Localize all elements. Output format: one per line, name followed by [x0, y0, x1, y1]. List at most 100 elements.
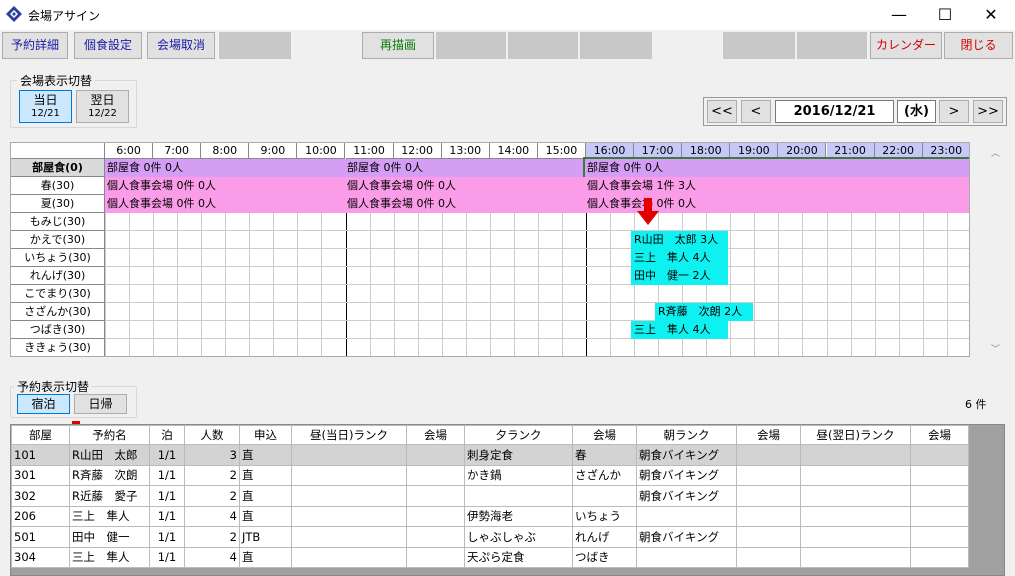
- table-cell: [910, 464, 969, 486]
- column-header[interactable]: 会場: [572, 425, 637, 445]
- first-button[interactable]: <<: [707, 100, 737, 123]
- column-header[interactable]: 会場: [736, 425, 801, 445]
- table-cell: [800, 526, 911, 548]
- venue-summary-band[interactable]: 個人食事会場 0件 0人: [345, 195, 585, 213]
- table-cell: 朝食バイキング: [636, 526, 737, 548]
- prev-button[interactable]: <: [741, 100, 771, 123]
- timeline-scrollbar[interactable]: ︿ ﹀: [987, 142, 1004, 357]
- column-header[interactable]: 昼(当日)ランク: [291, 425, 407, 445]
- table-row[interactable]: 302 R近藤 愛子 1/1 2 直 朝食バイキング: [11, 485, 969, 507]
- venue-summary-band[interactable]: 部屋食 0件 0人: [345, 159, 585, 177]
- column-header[interactable]: 予約名: [69, 425, 150, 445]
- booking-block[interactable]: R山田 太郎 3人: [631, 231, 728, 249]
- reservation-detail-button[interactable]: 予約詳細: [2, 32, 68, 59]
- table-row[interactable]: 206 三上 隼人 1/1 4 直 伊勢海老 いちょう: [11, 505, 969, 527]
- table-cell: 直: [239, 546, 292, 568]
- scroll-down-icon[interactable]: ﹀: [991, 342, 1000, 355]
- minimize-icon[interactable]: —: [876, 0, 922, 30]
- blank-button-4: [580, 32, 652, 59]
- venue-summary-band[interactable]: 個人食事会場 1件 3人: [585, 177, 969, 195]
- hour-header: 10:00: [297, 143, 346, 159]
- date-field[interactable]: 2016/12/21: [775, 100, 894, 123]
- next-day-toggle-button[interactable]: 翌日 12/22: [76, 90, 129, 123]
- private-dining-button[interactable]: 個食設定: [74, 32, 142, 59]
- booking-block[interactable]: 三上 隼人 4人: [631, 249, 728, 267]
- last-button[interactable]: >>: [973, 100, 1003, 123]
- table-cell: [736, 464, 801, 486]
- reservation-list[interactable]: 部屋 予約名泊人数 申込 昼(当日)ランク 会場 夕ランク 会場 朝ランク 会場 昼(翌日)ランク…: [10, 424, 1005, 576]
- day-trip-toggle-button[interactable]: 日帰: [74, 394, 127, 414]
- grid-line: [105, 302, 969, 303]
- table-cell: 206: [11, 505, 70, 527]
- venue-summary-band[interactable]: 個人食事会場 0件 0人: [105, 177, 345, 195]
- table-row[interactable]: 301 R斉藤 次朗 1/1 2 直 かき鍋 さざんか 朝食バイキング: [11, 464, 969, 486]
- table-cell: [406, 526, 465, 548]
- scroll-up-icon[interactable]: ︿: [991, 146, 1000, 159]
- venue-cancel-button[interactable]: 会場取消: [147, 32, 215, 59]
- table-row[interactable]: 304 三上 隼人 1/1 4 直 天ぷら定食 つばき: [11, 546, 969, 568]
- hour-header: 15:00: [537, 143, 586, 159]
- column-header[interactable]: 部屋: [11, 425, 70, 445]
- room-label: 春(30): [11, 177, 105, 195]
- table-row[interactable]: 501 田中 健一 1/1 2 JTB しゃぶしゃぶ れんげ 朝食バイキング: [11, 526, 969, 548]
- table-cell: [406, 505, 465, 527]
- table-cell: [572, 485, 637, 507]
- room-label: かえで(30): [11, 231, 105, 249]
- table-cell: [736, 485, 801, 507]
- venue-toggle-label: 会場表示切替: [17, 72, 96, 89]
- booking-block[interactable]: R斉藤 次朗 2人: [655, 303, 753, 321]
- venue-summary-band[interactable]: 個人食事会場 0件 0人: [345, 177, 585, 195]
- table-cell: [910, 546, 969, 568]
- table-cell: R近藤 愛子: [69, 485, 150, 507]
- column-header[interactable]: 会場: [406, 425, 465, 445]
- table-cell: [910, 505, 969, 527]
- table-cell: 301: [11, 464, 70, 486]
- column-header[interactable]: 昼(翌日)ランク: [800, 425, 911, 445]
- venue-summary-band[interactable]: 部屋食 0件 0人: [105, 159, 345, 177]
- booking-block[interactable]: 田中 健一 2人: [631, 267, 728, 285]
- record-count: 6 件: [965, 398, 987, 411]
- table-cell: れんげ: [572, 526, 637, 548]
- close-button[interactable]: 閉じる: [944, 32, 1013, 59]
- venue-summary-band[interactable]: 個人食事会場 0件 0人: [105, 195, 345, 213]
- table-cell: 直: [239, 505, 292, 527]
- stay-toggle-button[interactable]: 宿泊: [17, 394, 70, 414]
- hour-header: 19:00: [730, 143, 779, 159]
- grid-line: [105, 230, 969, 231]
- column-header[interactable]: 夕ランク: [464, 425, 573, 445]
- table-cell: 1/1: [149, 464, 185, 486]
- hour-header: 7:00: [153, 143, 202, 159]
- venue-summary-band[interactable]: 部屋食 0件 0人: [583, 157, 969, 179]
- today-label: 当日: [33, 93, 58, 107]
- column-header[interactable]: 会場: [910, 425, 969, 445]
- room-label: さざんか(30): [11, 303, 105, 321]
- column-header[interactable]: 朝ランク: [636, 425, 737, 445]
- redraw-button[interactable]: 再描画: [362, 32, 434, 59]
- window-title: 会場アサイン: [28, 9, 101, 23]
- table-cell: 直: [239, 464, 292, 486]
- grid-line: [105, 248, 969, 249]
- arrow-down-icon: [637, 198, 659, 225]
- reservation-table: 部屋 予約名泊人数 申込 昼(当日)ランク 会場 夕ランク 会場 朝ランク 会場 昼(翌日)ランク…: [11, 425, 969, 568]
- booking-block[interactable]: 三上 隼人 4人: [631, 321, 728, 339]
- close-icon[interactable]: ✕: [968, 0, 1014, 30]
- table-cell: しゃぶしゃぶ: [464, 526, 573, 548]
- table-cell: 1/1: [149, 444, 185, 466]
- calendar-button[interactable]: カレンダー: [870, 32, 942, 59]
- next-button[interactable]: >: [939, 100, 969, 123]
- table-cell: [800, 464, 911, 486]
- table-cell: 2: [184, 526, 240, 548]
- table-row[interactable]: 101 R山田 太郎 1/1 3 直 刺身定食春朝食バイキング: [11, 444, 969, 466]
- column-header[interactable]: 人数: [184, 425, 240, 445]
- table-cell: [800, 505, 911, 527]
- table-cell: [291, 485, 407, 507]
- column-header[interactable]: 泊: [149, 425, 185, 445]
- hour-header: 17:00: [634, 143, 683, 159]
- today-toggle-button[interactable]: 当日 12/21: [19, 90, 72, 123]
- maximize-icon[interactable]: ☐: [922, 0, 968, 30]
- venue-timeline[interactable]: 6:00 7:00 8:00 9:00 10:00 11:00 12:00 13:00 14:0…: [10, 142, 970, 357]
- today-date: 12/21: [31, 108, 60, 119]
- app-icon: [6, 6, 22, 22]
- table-cell: [736, 546, 801, 568]
- column-header[interactable]: 申込: [239, 425, 292, 445]
